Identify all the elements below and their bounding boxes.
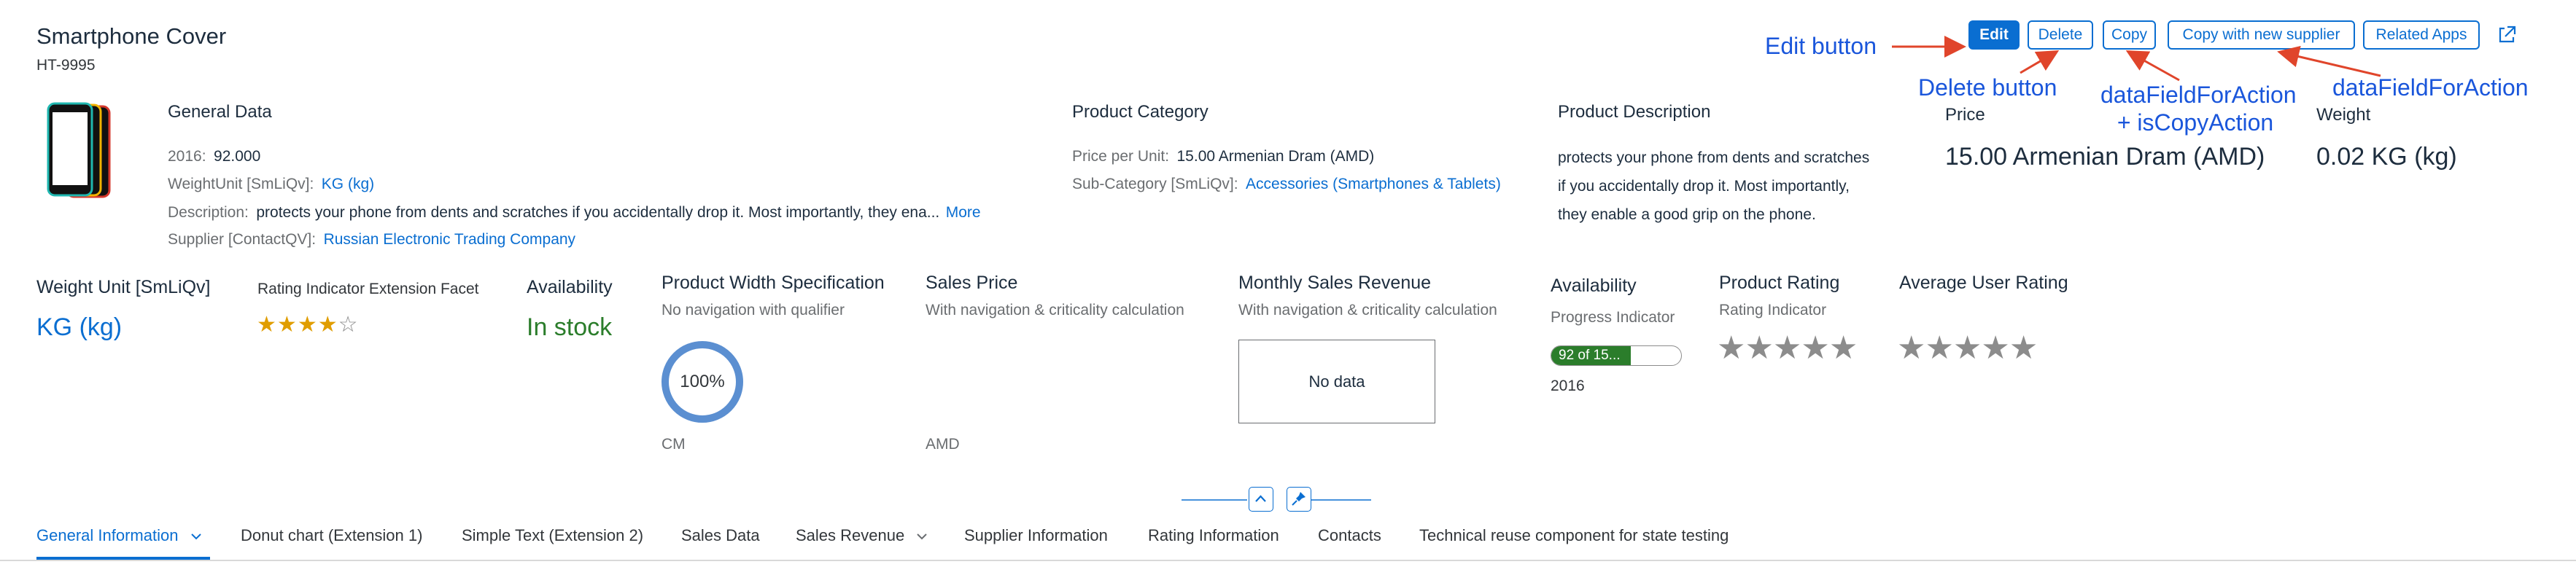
pin-icon: [1292, 492, 1306, 506]
weight-unit-facet-value[interactable]: KG (kg): [36, 313, 122, 342]
tab-rating-information[interactable]: Rating Information: [1148, 526, 1279, 545]
progress-label: 92 of 15...: [1559, 348, 1621, 363]
average-rating-stars: ★★★★★: [1897, 329, 2038, 367]
sales-price-subtitle: With navigation & criticality calculatio…: [926, 302, 1184, 318]
pin-header-button[interactable]: [1287, 487, 1311, 512]
availability-facet-title: Availability: [527, 277, 613, 297]
star-empty-icon: ☆: [338, 313, 359, 337]
chevron-down-icon: [917, 533, 928, 540]
general-data-title: General Data: [168, 102, 272, 122]
product-description-title: Product Description: [1558, 102, 1711, 122]
sales-price-unit: AMD: [926, 436, 960, 453]
star-filled-icon: ★: [276, 313, 298, 337]
supplier-label: Supplier [ContactQV]:: [168, 231, 317, 248]
tab-label: General Information: [36, 526, 179, 544]
year-label: 2016:: [168, 148, 206, 165]
tab-supplier-information[interactable]: Supplier Information: [964, 526, 1108, 545]
weight-unit-row: WeightUnit [SmLiQv]: KG (kg): [168, 176, 374, 193]
price-per-unit-label: Price per Unit:: [1072, 148, 1170, 165]
product-image: [47, 102, 111, 198]
chevron-down-icon: [190, 533, 201, 540]
star-filled-icon: ★: [317, 313, 338, 337]
price-key-label: Price: [1945, 105, 1985, 125]
description-value: protects your phone from dents and scrat…: [256, 204, 940, 221]
tab-simple-text[interactable]: Simple Text (Extension 2): [462, 526, 643, 545]
availability-progress-title: Availability: [1551, 275, 1637, 296]
star-filled-icon: ★: [257, 313, 277, 337]
collapse-header-button[interactable]: [1249, 487, 1273, 512]
product-rating-subtitle: Rating Indicator: [1719, 302, 1827, 318]
tab-donut-chart[interactable]: Donut chart (Extension 1): [241, 526, 422, 545]
product-description-line: if you accidentally drop it. Most import…: [1558, 178, 1850, 195]
tab-technical-reuse[interactable]: Technical reuse component for state test…: [1419, 526, 1729, 545]
weight-key-value: 0.02 KG (kg): [2316, 143, 2457, 171]
star-empty-icon[interactable]: ★: [1829, 330, 1858, 366]
weight-unit-label: WeightUnit [SmLiQv]:: [168, 176, 314, 192]
rating-extension-title: Rating Indicator Extension Facet: [257, 281, 479, 297]
star-empty-icon[interactable]: ★: [1773, 330, 1801, 366]
availability-progress-subtitle: Progress Indicator: [1551, 309, 1675, 326]
price-per-unit-row: Price per Unit: 15.00 Armenian Dram (AMD…: [1072, 148, 1374, 165]
star-empty-icon: ★: [2009, 330, 2038, 366]
star-empty-icon: ★: [1952, 330, 1982, 366]
copy-arrow: [2125, 50, 2180, 82]
price-per-unit-value: 15.00 Armenian Dram (AMD): [1176, 148, 1375, 165]
weight-key-label: Weight: [2316, 105, 2371, 125]
subcategory-link[interactable]: Accessories (Smartphones & Tablets): [1246, 176, 1501, 192]
supplier-row: Supplier [ContactQV]: Russian Electronic…: [168, 231, 575, 249]
star-empty-icon[interactable]: ★: [1745, 330, 1773, 366]
width-spec-subtitle: No navigation with qualifier: [662, 302, 845, 318]
star-empty-icon[interactable]: ★: [1801, 330, 1829, 366]
star-empty-icon[interactable]: ★: [1717, 330, 1745, 366]
tab-contacts[interactable]: Contacts: [1318, 526, 1381, 545]
supplier-link[interactable]: Russian Electronic Trading Company: [324, 231, 576, 248]
width-spec-percent: 100%: [680, 372, 725, 391]
year-row: 2016: 92.000: [168, 148, 260, 165]
monthly-revenue-title: Monthly Sales Revenue: [1238, 273, 1432, 293]
availability-facet-value: In stock: [527, 313, 613, 341]
product-rating-title: Product Rating: [1719, 273, 1840, 293]
description-label: Description:: [168, 204, 249, 221]
monthly-revenue-no-data: No data: [1238, 340, 1435, 423]
tab-sales-revenue[interactable]: Sales Revenue: [796, 526, 929, 545]
price-key-value: 15.00 Armenian Dram (AMD): [1945, 143, 2265, 171]
product-category-title: Product Category: [1072, 102, 1209, 122]
header-toggle-divider: [1182, 499, 1371, 501]
product-description-line: protects your phone from dents and scrat…: [1558, 149, 1870, 166]
monthly-revenue-subtitle: With navigation & criticality calculatio…: [1238, 302, 1497, 318]
chevron-up-icon: [1255, 495, 1266, 502]
star-filled-icon: ★: [297, 313, 318, 337]
sales-price-title: Sales Price: [926, 273, 1018, 293]
annotation-arrows: [1892, 36, 2381, 82]
availability-progress-bar: 92 of 15...: [1551, 345, 1682, 366]
tab-label: Sales Revenue: [796, 526, 905, 544]
weight-unit-facet-title: Weight Unit [SmLiQv]: [36, 277, 211, 297]
product-description-line: they enable a good grip on the phone.: [1558, 206, 1816, 223]
more-link[interactable]: More: [946, 204, 981, 221]
width-spec-title: Product Width Specification: [662, 273, 885, 293]
tab-bar-divider: [0, 560, 2576, 561]
star-empty-icon: ★: [1981, 330, 2009, 366]
weight-unit-link[interactable]: KG (kg): [322, 176, 374, 192]
average-rating-title: Average User Rating: [1899, 273, 2068, 293]
tab-general-information[interactable]: General Information: [36, 526, 203, 545]
subcategory-label: Sub-Category [SmLiQv]:: [1072, 176, 1238, 192]
delete-arrow: [2020, 50, 2060, 74]
year-value: 92.000: [214, 148, 261, 165]
copy-new-supplier-arrow: [2277, 45, 2381, 77]
availability-progress-year: 2016: [1551, 378, 1585, 394]
star-empty-icon: ★: [1925, 330, 1953, 366]
width-spec-radial-chart: 100%: [660, 340, 745, 424]
rating-extension-stars: ★★★★☆: [257, 312, 359, 337]
width-spec-unit: CM: [662, 436, 686, 453]
product-rating-stars[interactable]: ★★★★★: [1717, 329, 1858, 367]
star-empty-icon: ★: [1897, 330, 1925, 366]
description-row: Description: protects your phone from de…: [168, 204, 981, 222]
tab-sales-data[interactable]: Sales Data: [681, 526, 760, 545]
subcategory-row: Sub-Category [SmLiQv]: Accessories (Smar…: [1072, 176, 1501, 193]
